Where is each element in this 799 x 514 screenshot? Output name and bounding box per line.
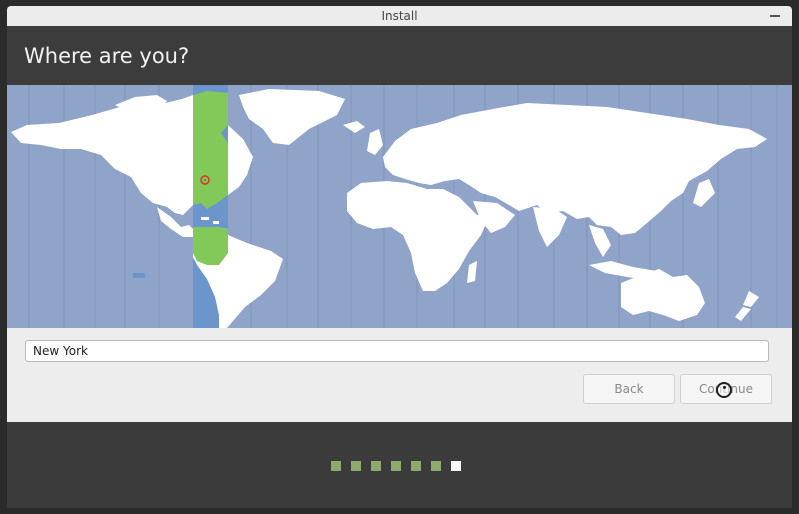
step-dot bbox=[451, 461, 461, 471]
back-button[interactable]: Back bbox=[583, 374, 675, 404]
busy-cursor-icon bbox=[716, 382, 732, 398]
timezone-map[interactable] bbox=[7, 85, 792, 328]
step-dot bbox=[371, 461, 381, 471]
progress-footer bbox=[7, 422, 792, 508]
minimize-icon[interactable] bbox=[768, 7, 782, 21]
page-header: Where are you? bbox=[7, 26, 792, 85]
location-panel: Back Continue bbox=[7, 328, 792, 422]
window-title: Install bbox=[381, 9, 418, 23]
step-dot bbox=[351, 461, 361, 471]
location-input[interactable] bbox=[25, 340, 769, 362]
installer-window: Install Where are you? New York Back bbox=[7, 6, 792, 508]
step-dot bbox=[411, 461, 421, 471]
step-indicator bbox=[331, 461, 461, 471]
step-dot bbox=[391, 461, 401, 471]
selected-timezone-land bbox=[193, 91, 228, 265]
page-title: Where are you? bbox=[24, 44, 190, 68]
step-dot bbox=[431, 461, 441, 471]
world-map-graphic[interactable] bbox=[7, 85, 792, 328]
step-dot bbox=[331, 461, 341, 471]
title-bar[interactable]: Install bbox=[7, 6, 792, 27]
